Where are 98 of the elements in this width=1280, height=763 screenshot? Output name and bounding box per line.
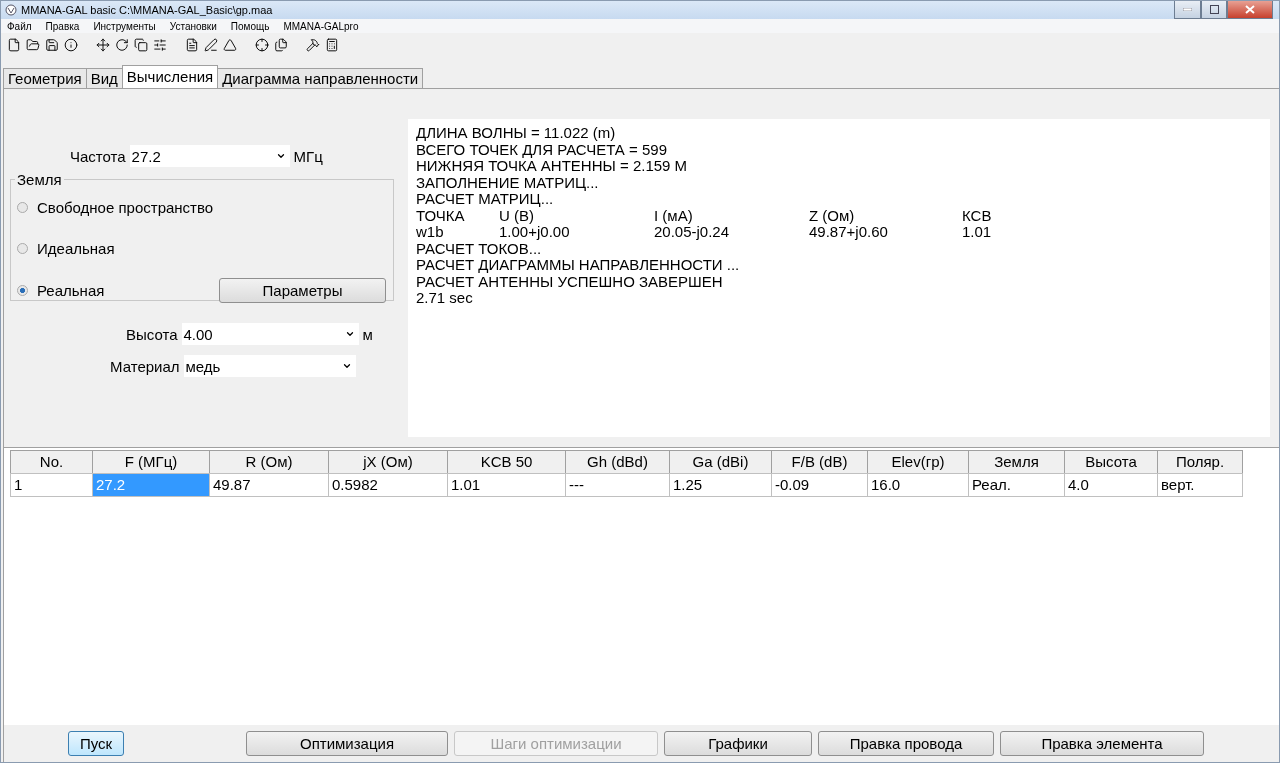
- crosshair-icon[interactable]: [255, 38, 269, 52]
- dropdown-caret-icon: [275, 151, 286, 161]
- table-cell[interactable]: Реал.: [968, 473, 1065, 497]
- material-dropdown[interactable]: медь: [183, 355, 356, 377]
- menu-item[interactable]: Правка: [45, 20, 80, 32]
- table-cell[interactable]: 4.0: [1064, 473, 1158, 497]
- unit-label: м: [362, 325, 373, 343]
- save-icon[interactable]: [45, 38, 59, 52]
- log-line: 2.71 sec: [416, 290, 474, 307]
- action-button[interactable]: Правка провода: [818, 730, 994, 756]
- column-header: F/B (dB): [771, 450, 868, 474]
- folder-icon[interactable]: [26, 38, 40, 52]
- log-value: 20.05-j0.24: [654, 224, 731, 241]
- close-button[interactable]: [1227, 1, 1273, 19]
- menu-item[interactable]: Инструменты: [93, 20, 156, 32]
- sliders-icon[interactable]: [153, 38, 167, 52]
- table-cell[interactable]: 1.01: [447, 473, 566, 497]
- log-value: Z (Ом): [809, 207, 856, 224]
- radio-button[interactable]: [17, 242, 28, 254]
- parameters-button[interactable]: Параметры: [219, 277, 386, 303]
- menu-item[interactable]: Файл: [7, 20, 32, 32]
- column-header: No.: [10, 450, 93, 474]
- column-header: Земля: [968, 450, 1065, 474]
- log-line: РАСЧЕТ МАТРИЦ...: [416, 191, 554, 208]
- frequency-dropdown[interactable]: 27.2: [129, 145, 290, 167]
- radio-label[interactable]: Реальная: [37, 281, 105, 299]
- log-value: 1.00+j0.00: [499, 224, 571, 241]
- log-line: ВСЕГО ТОЧЕК ДЛЯ РАСЧЕТА = 599: [416, 141, 668, 158]
- log-line: ЗАПОЛНЕНИЕ МАТРИЦ...: [416, 174, 600, 191]
- column-header: KCB 50: [447, 450, 566, 474]
- radio-button[interactable]: [17, 284, 28, 296]
- table-cell[interactable]: 1.25: [669, 473, 772, 497]
- log-value: w1b: [416, 224, 445, 241]
- window-title: MMANA-GAL basic C:\MMANA-GAL_Basic\gp.maa: [21, 4, 274, 16]
- tab[interactable]: Диаграмма направленности: [217, 68, 424, 88]
- radio-button[interactable]: [17, 201, 28, 213]
- close-icon: [1245, 5, 1255, 14]
- log-value: 49.87+j0.60: [809, 224, 889, 241]
- log-line: НИЖНЯЯ ТОЧКА АНТЕННЫ = 2.159 М: [416, 158, 689, 175]
- dropdown-caret-icon: [341, 361, 352, 371]
- action-button[interactable]: Оптимизация: [246, 730, 448, 756]
- log-value: I (мА): [654, 207, 694, 224]
- tab[interactable]: Геометрия: [3, 68, 87, 88]
- table-cell[interactable]: ---: [565, 473, 670, 497]
- frequency-label: Частота: [70, 147, 126, 165]
- minimize-icon: [1183, 8, 1192, 11]
- log-line: РАСЧЕТ ДИАГРАММЫ НАПРАВЛЕННОСТИ ...: [416, 257, 741, 274]
- menu-item[interactable]: Помощь: [230, 20, 270, 32]
- log-value: КСВ: [962, 207, 993, 224]
- radio-label[interactable]: Свободное пространство: [37, 198, 214, 216]
- maximize-icon: [1209, 5, 1219, 14]
- table-cell[interactable]: 1: [10, 473, 93, 497]
- copy-icon[interactable]: [134, 38, 148, 52]
- action-button[interactable]: Правка элемента: [1000, 730, 1204, 756]
- info-icon[interactable]: [64, 38, 78, 52]
- column-header: Gh (dBd): [565, 450, 670, 474]
- table-cell[interactable]: 16.0: [867, 473, 969, 497]
- table-cell[interactable]: -0.09: [771, 473, 868, 497]
- new-file-icon[interactable]: [7, 38, 21, 52]
- column-header: jX (Ом): [328, 450, 448, 474]
- height-label: Высота: [126, 325, 178, 343]
- files-icon[interactable]: [274, 38, 288, 52]
- hammer-icon[interactable]: [306, 38, 320, 52]
- column-header: R (Ом): [209, 450, 329, 474]
- menu-item[interactable]: MMANA-GALpro: [283, 20, 359, 32]
- unit-label: МГц: [293, 147, 323, 165]
- pen-icon[interactable]: [204, 38, 218, 52]
- table-cell[interactable]: верт.: [1157, 473, 1243, 497]
- action-button[interactable]: Пуск: [68, 730, 124, 756]
- minimize-button[interactable]: [1174, 1, 1201, 19]
- table-cell[interactable]: 0.5982: [328, 473, 448, 497]
- log-line: РАСЧЕТ ТОКОВ...: [416, 240, 542, 257]
- app-logo-icon: [5, 4, 17, 16]
- column-header: F (МГц): [92, 450, 210, 474]
- column-header: Высота: [1064, 450, 1158, 474]
- column-header: Ga (dBi): [669, 450, 772, 474]
- dropdown-caret-icon: [344, 329, 355, 339]
- document-icon[interactable]: [185, 38, 199, 52]
- table-cell[interactable]: 49.87: [209, 473, 329, 497]
- move-arrows-icon[interactable]: [96, 38, 110, 52]
- log-line: РАСЧЕТ АНТЕННЫ УСПЕШНО ЗАВЕРШЕН: [416, 273, 724, 290]
- calculator-icon[interactable]: [325, 38, 339, 52]
- triangle-icon[interactable]: [223, 38, 237, 52]
- log-value: ТОЧКА: [416, 207, 466, 224]
- maximize-button[interactable]: [1201, 1, 1227, 19]
- rotate-icon[interactable]: [115, 38, 129, 52]
- log-value: 1.01: [962, 224, 993, 241]
- height-dropdown[interactable]: 4.00: [181, 323, 359, 345]
- action-button[interactable]: Графики: [664, 730, 812, 756]
- tab[interactable]: Вид: [85, 68, 123, 88]
- log-value: U (B): [499, 207, 534, 224]
- radio-label[interactable]: Идеальная: [37, 239, 115, 257]
- column-header: Elev(гр): [867, 450, 969, 474]
- material-label: Материал: [110, 357, 180, 375]
- menu-item[interactable]: Установки: [169, 20, 217, 32]
- tab[interactable]: Вычисления: [121, 65, 219, 88]
- column-header: Поляр.: [1157, 450, 1243, 474]
- log-line: ДЛИНА ВОЛНЫ = 11.022 (m): [416, 125, 617, 142]
